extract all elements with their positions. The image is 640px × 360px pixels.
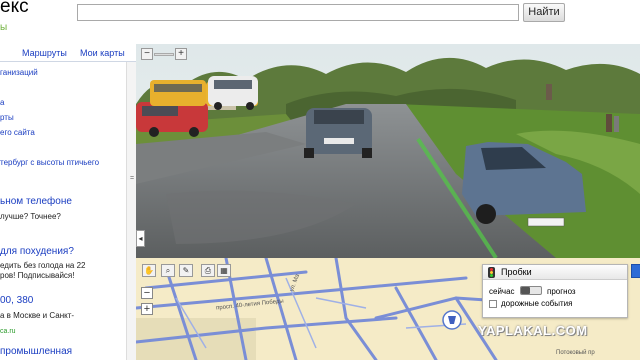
ad-title-diet[interactable]: для похудения? — [0, 246, 74, 257]
sidebar-link-organizations[interactable]: ганизаций — [0, 68, 38, 77]
ad-text: ров! Подписывайся! — [0, 271, 75, 280]
traffic-light-icon — [488, 267, 495, 278]
ad-text: лучше? Точнее? — [0, 212, 61, 221]
street-label: Потоковый пр — [556, 350, 595, 356]
map-zoom-out-button[interactable]: − — [141, 287, 153, 299]
road-events-checkbox[interactable] — [489, 300, 497, 308]
traffic-mode-toggle[interactable] — [520, 286, 542, 295]
header: екс ы Найти — [0, 0, 640, 44]
toggle-knob — [521, 287, 530, 294]
map-layer-button[interactable] — [631, 264, 640, 278]
watermark: YAPLAKAL.COM — [478, 323, 588, 338]
search-input[interactable] — [77, 4, 519, 21]
panorama-collapse-button[interactable]: ◂ — [136, 230, 145, 247]
ad-url[interactable]: ca.ru — [0, 328, 16, 335]
green-light — [490, 274, 493, 277]
yandex-maps-page: екс ы Найти Маршруты Мои карты ганизаций… — [0, 0, 640, 360]
sidebar-scrollbar[interactable]: = — [126, 62, 136, 360]
traffic-panel: Пробки сейчас прогноз дорожные события — [482, 264, 628, 318]
scroll-marker: = — [130, 175, 135, 182]
tab-my-maps[interactable]: Мои карты — [80, 48, 125, 58]
panorama-zoom-slider[interactable] — [154, 53, 174, 56]
ad-title-phone[interactable]: ьном телефоне — [0, 196, 72, 207]
plus-icon[interactable]: + — [175, 48, 187, 60]
ad-text: а в Москве и Санкт- — [0, 311, 75, 320]
hand-icon[interactable]: ✋ — [142, 264, 156, 277]
sidebar-link-maps[interactable]: рты — [0, 113, 14, 122]
logo[interactable]: екс — [0, 0, 29, 18]
traffic-forecast-label[interactable]: прогноз — [547, 287, 576, 296]
magnifier-icon[interactable]: ⌕ — [161, 264, 175, 277]
ad-text: едить без голода на 22 — [0, 261, 86, 270]
map-layers-icon[interactable]: ▦ — [217, 264, 231, 277]
ad-title-price[interactable]: 00, 380 — [0, 295, 33, 306]
street-panorama[interactable] — [136, 44, 640, 258]
sidebar-link[interactable]: а — [0, 98, 4, 107]
ad-title-industrial[interactable]: промышленная — [0, 346, 72, 357]
map-zoom-in-button[interactable]: + — [141, 303, 153, 315]
tab-routes[interactable]: Маршруты — [22, 48, 67, 58]
sidebar: ганизаций а рты его сайта тербург с высо… — [0, 62, 126, 360]
printer-icon[interactable]: ⎙ — [201, 264, 215, 277]
minus-icon[interactable]: − — [141, 48, 153, 60]
sidebar-link-site[interactable]: его сайта — [0, 128, 35, 137]
road-events-label[interactable]: дорожные события — [501, 299, 572, 308]
panorama-image — [136, 44, 640, 258]
ruler-icon[interactable]: ✎ — [179, 264, 193, 277]
sidebar-link-birdseye[interactable]: тербург с высоты птичьего — [0, 158, 99, 167]
logo-subtitle: ы — [0, 22, 8, 33]
traffic-panel-header[interactable]: Пробки — [483, 265, 627, 280]
traffic-title: Пробки — [501, 267, 532, 277]
traffic-now-label[interactable]: сейчас — [489, 287, 515, 296]
search-button[interactable]: Найти — [523, 3, 565, 22]
